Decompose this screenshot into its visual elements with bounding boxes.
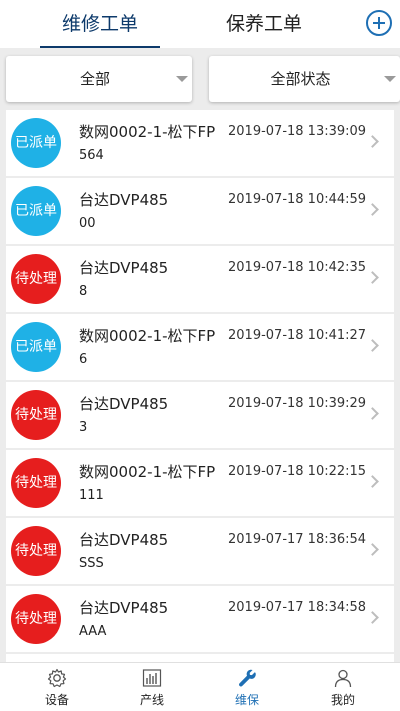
tab-maintenance-orders[interactable]: 保养工单	[204, 0, 324, 48]
tab-repair-orders[interactable]: 维修工单	[40, 0, 160, 48]
device-name: 台达DVP485	[79, 191, 169, 209]
device-name: 台达DVP485	[79, 531, 169, 549]
work-order-row[interactable]: 已派单 数网0002-1-松下FP 564 2019-07-18 13:39:0…	[6, 110, 394, 176]
device-name: 数网0002-1-松下FP	[79, 463, 216, 481]
status-badge: 已派单	[11, 118, 61, 168]
filter-bar: 全部 全部状态	[0, 48, 400, 110]
status-badge: 待处理	[11, 390, 61, 440]
nav-maintenance[interactable]: 维保	[197, 663, 297, 711]
scope-filter-label: 全部	[79, 70, 110, 88]
order-time: 2019-07-18 10:41:27	[228, 328, 367, 343]
work-order-row[interactable]: 待处理 台达DVP485 SSS 2019-07-17 18:36:54	[6, 518, 394, 584]
status-filter-label: 全部状态	[270, 70, 331, 88]
chevron-right-icon	[366, 271, 379, 284]
chevron-right-icon	[366, 611, 379, 624]
work-order-list: 已派单 数网0002-1-松下FP 564 2019-07-18 13:39:0…	[6, 110, 394, 662]
plus-circle-icon[interactable]	[366, 10, 392, 36]
device-name: 台达DVP485	[79, 395, 169, 413]
device-name: 台达DVP485	[79, 599, 169, 617]
work-order-row[interactable]: 待处理 台达DVP485 3 2019-07-18 10:39:29	[6, 382, 394, 448]
order-code: SSS	[79, 556, 104, 571]
order-time: 2019-07-18 13:39:09	[228, 124, 367, 139]
scope-filter-dropdown[interactable]: 全部	[6, 56, 192, 102]
device-name: 数网0002-1-松下FP	[79, 123, 216, 141]
gear-icon	[47, 668, 67, 688]
bottom-nav: 设备 产线 维保 我的	[0, 662, 400, 711]
nav-label-maintenance: 维保	[234, 693, 259, 707]
nav-profile[interactable]: 我的	[293, 663, 393, 711]
order-code: 8	[79, 284, 88, 299]
status-badge: 已派单	[11, 186, 61, 236]
chevron-right-icon	[366, 407, 379, 420]
order-time: 2019-07-18 10:39:29	[228, 396, 367, 411]
nav-devices[interactable]: 设备	[7, 663, 107, 711]
work-order-row[interactable]: 待处理 数网0002-1-松下FP 111 2019-07-18 10:22:1…	[6, 450, 394, 516]
work-order-row[interactable]: 已派单 数网0002-1-松下FP 6 2019-07-18 10:41:27	[6, 314, 394, 380]
device-name: 数网0002-1-松下FP	[79, 327, 216, 345]
order-code: 3	[79, 420, 88, 435]
order-time: 2019-07-17 18:36:54	[228, 532, 367, 547]
chevron-right-icon	[366, 475, 379, 488]
order-code: AAA	[79, 624, 107, 639]
nav-label-profile: 我的	[330, 693, 355, 707]
bar-chart-icon	[142, 669, 162, 687]
order-time: 2019-07-17 18:34:58	[228, 600, 367, 615]
order-code: 564	[79, 148, 104, 163]
work-order-row-partial[interactable]	[6, 654, 394, 662]
order-time: 2019-07-18 10:44:59	[228, 192, 367, 207]
order-time: 2019-07-18 10:22:15	[228, 464, 367, 479]
work-order-row[interactable]: 待处理 台达DVP485 AAA 2019-07-17 18:34:58	[6, 586, 394, 652]
status-filter-dropdown[interactable]: 全部状态	[209, 56, 400, 102]
work-order-row[interactable]: 已派单 台达DVP485 00 2019-07-18 10:44:59	[6, 178, 394, 244]
status-badge: 待处理	[11, 458, 61, 508]
order-code: 6	[79, 352, 88, 367]
chevron-right-icon	[366, 339, 379, 352]
nav-label-devices: 设备	[44, 693, 69, 707]
status-badge: 待处理	[11, 594, 61, 644]
status-badge: 待处理	[11, 254, 61, 304]
work-order-row[interactable]: 待处理 台达DVP485 8 2019-07-18 10:42:35	[6, 246, 394, 312]
order-code: 111	[79, 488, 104, 503]
device-name: 台达DVP485	[79, 259, 169, 277]
chevron-right-icon	[366, 203, 379, 216]
chevron-right-icon	[366, 135, 379, 148]
nav-production-line[interactable]: 产线	[102, 663, 202, 711]
status-badge: 已派单	[11, 322, 61, 372]
status-badge: 待处理	[11, 526, 61, 576]
caret-down-icon	[384, 76, 396, 82]
chevron-right-icon	[366, 543, 379, 556]
order-time: 2019-07-18 10:42:35	[228, 260, 367, 275]
caret-down-icon	[176, 76, 188, 82]
nav-label-production-line: 产线	[139, 693, 164, 707]
top-bar: 维修工单 保养工单	[0, 0, 400, 48]
user-icon	[334, 669, 352, 688]
order-code: 00	[79, 216, 96, 231]
wrench-icon	[239, 669, 256, 687]
